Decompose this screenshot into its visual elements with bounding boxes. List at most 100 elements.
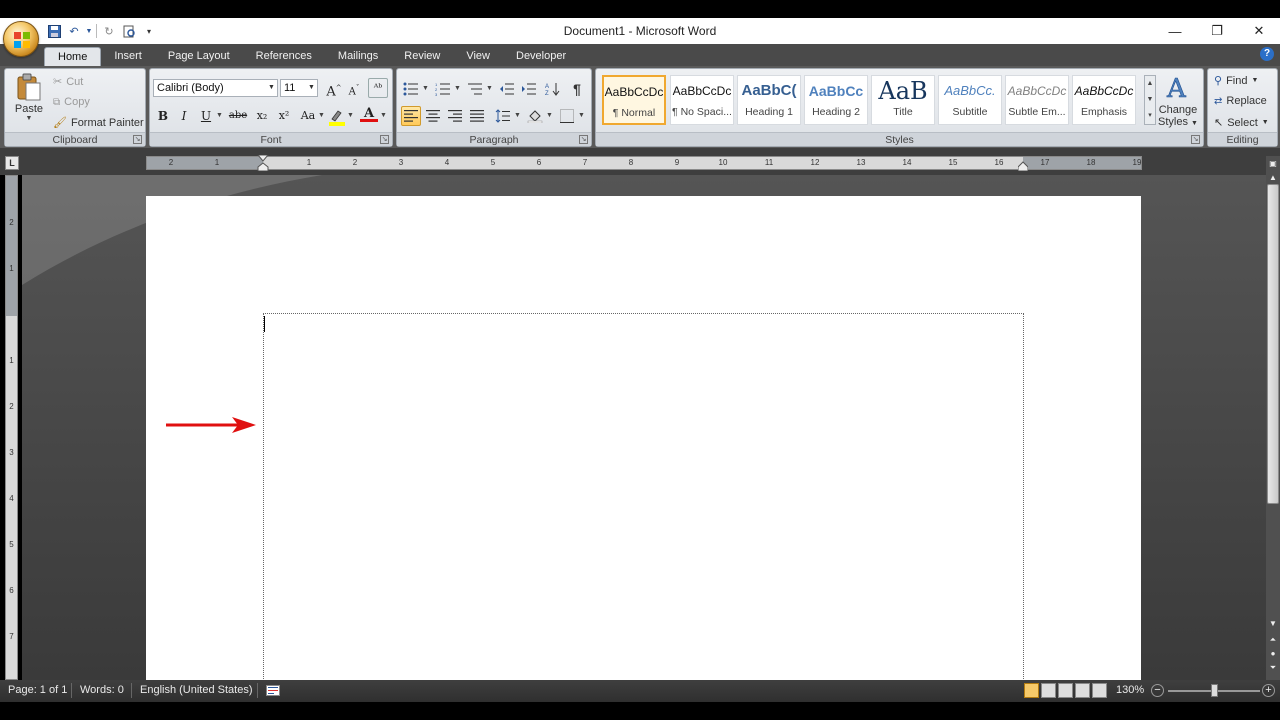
draft-view-icon[interactable]: [1092, 683, 1107, 698]
line-spacing-dropdown-icon[interactable]: ▼: [514, 112, 521, 119]
tab-insert[interactable]: Insert: [101, 47, 155, 66]
ruler-toggle-icon[interactable]: ▣: [1267, 158, 1279, 170]
show-formatting-marks-icon[interactable]: ¶: [567, 79, 587, 99]
zoom-slider-thumb[interactable]: [1211, 684, 1218, 697]
subscript-button[interactable]: x₂: [252, 106, 272, 126]
style-no-spacing[interactable]: AaBbCcDc ¶ No Spaci...: [670, 75, 734, 125]
tab-selector[interactable]: L: [5, 156, 19, 170]
multilevel-dropdown-icon[interactable]: ▼: [486, 85, 493, 92]
sort-icon[interactable]: AZ: [543, 79, 563, 99]
tab-review[interactable]: Review: [391, 47, 453, 66]
page-count[interactable]: Page: 1 of 1: [8, 684, 67, 696]
bullets-icon[interactable]: [401, 79, 421, 99]
proofing-icon[interactable]: [266, 685, 280, 696]
align-right-icon[interactable]: [445, 106, 465, 126]
line-spacing-icon[interactable]: [493, 106, 513, 126]
italic-button[interactable]: I: [174, 106, 194, 126]
shading-dropdown-icon[interactable]: ▼: [546, 112, 553, 119]
text-box[interactable]: [263, 313, 1024, 693]
superscript-button[interactable]: x²: [274, 106, 294, 126]
justify-icon[interactable]: [467, 106, 487, 126]
style-emphasis[interactable]: AaBbCcDc Emphasis: [1072, 75, 1136, 125]
tab-page-layout[interactable]: Page Layout: [155, 47, 243, 66]
previous-page-icon[interactable]: ⏶: [1267, 634, 1279, 646]
font-size-dropdown-icon[interactable]: ▼: [306, 80, 317, 96]
styles-launcher-icon[interactable]: ↘: [1191, 135, 1200, 144]
clipboard-launcher-icon[interactable]: ↘: [133, 135, 142, 144]
highlight-dropdown-icon[interactable]: ▼: [347, 112, 354, 119]
print-layout-view-icon[interactable]: [1024, 683, 1039, 698]
shrink-font-button[interactable]: Aˇ: [344, 78, 364, 98]
bullets-dropdown-icon[interactable]: ▼: [422, 85, 429, 92]
web-layout-view-icon[interactable]: [1058, 683, 1073, 698]
gallery-up-icon[interactable]: ▲: [1145, 76, 1155, 92]
change-styles-button[interactable]: A Change Styles ▼: [1158, 73, 1198, 129]
zoom-out-button[interactable]: −: [1151, 684, 1164, 697]
style-subtle-emphasis[interactable]: AaBbCcDc Subtle Em...: [1005, 75, 1069, 125]
align-left-icon[interactable]: [401, 106, 421, 126]
tab-mailings[interactable]: Mailings: [325, 47, 391, 66]
font-name-select[interactable]: Calibri (Body) ▼: [153, 79, 278, 97]
style-title[interactable]: AaB Title: [871, 75, 935, 125]
change-case-button[interactable]: Aa: [298, 106, 318, 126]
numbering-icon[interactable]: 123: [433, 79, 453, 99]
gallery-down-icon[interactable]: ▼: [1145, 92, 1155, 108]
zoom-level[interactable]: 130%: [1116, 684, 1144, 696]
style-heading-1[interactable]: AaBbC( Heading 1: [737, 75, 801, 125]
highlight-icon[interactable]: [328, 108, 346, 126]
vertical-scrollbar[interactable]: ▣ ▲ ▼ ⏶ ● ⏷: [1266, 156, 1280, 680]
multilevel-list-icon[interactable]: [465, 79, 485, 99]
find-button[interactable]: ⚲ Find ▼: [1214, 74, 1258, 88]
right-indent-marker-icon[interactable]: [1018, 161, 1028, 171]
gallery-more-icon[interactable]: ▾: [1145, 108, 1155, 124]
styles-gallery-scroll[interactable]: ▲ ▼ ▾: [1144, 75, 1156, 125]
change-case-dropdown-icon[interactable]: ▼: [318, 112, 325, 119]
format-painter-button[interactable]: 🖌 Format Painter: [53, 116, 144, 130]
language-indicator[interactable]: English (United States): [140, 684, 253, 696]
help-icon[interactable]: ?: [1260, 47, 1274, 61]
tab-references[interactable]: References: [243, 47, 325, 66]
zoom-in-button[interactable]: +: [1262, 684, 1275, 697]
tab-developer[interactable]: Developer: [503, 47, 579, 66]
tab-home[interactable]: Home: [44, 47, 102, 66]
font-name-dropdown-icon[interactable]: ▼: [266, 80, 277, 96]
paste-dropdown-icon[interactable]: ▼: [11, 115, 47, 122]
next-page-icon[interactable]: ⏷: [1267, 662, 1279, 674]
replace-button[interactable]: ⇄ Replace: [1214, 95, 1267, 107]
shading-icon[interactable]: [525, 106, 545, 126]
clear-formatting-icon[interactable]: ᴬᵇ: [368, 78, 388, 98]
restore-button[interactable]: ❐: [1196, 20, 1238, 42]
office-button[interactable]: [3, 21, 39, 57]
scroll-thumb[interactable]: [1267, 184, 1279, 504]
bold-button[interactable]: B: [153, 106, 173, 126]
close-button[interactable]: ✕: [1238, 20, 1280, 42]
grow-font-button[interactable]: A^: [324, 78, 344, 99]
browse-object-icon[interactable]: ●: [1267, 648, 1279, 660]
scroll-down-icon[interactable]: ▼: [1267, 618, 1279, 630]
font-color-dropdown-icon[interactable]: ▼: [380, 112, 387, 119]
full-screen-reading-view-icon[interactable]: [1041, 683, 1056, 698]
borders-icon[interactable]: [557, 106, 577, 126]
style-heading-2[interactable]: AaBbCc Heading 2: [804, 75, 868, 125]
paste-button[interactable]: Paste ▼: [11, 73, 47, 125]
underline-button[interactable]: U: [196, 106, 216, 126]
find-dropdown-icon[interactable]: ▼: [1251, 77, 1258, 84]
strikethrough-button[interactable]: abe: [228, 106, 248, 126]
font-size-select[interactable]: 11 ▼: [280, 79, 318, 97]
font-launcher-icon[interactable]: ↘: [380, 135, 389, 144]
numbering-dropdown-icon[interactable]: ▼: [454, 85, 461, 92]
select-dropdown-icon[interactable]: ▼: [1262, 119, 1269, 126]
horizontal-ruler[interactable]: 2 1 1 2 3 4 5 6 7 8 9 10 11 12 13 14 15 …: [146, 155, 1142, 171]
word-count[interactable]: Words: 0: [80, 684, 124, 696]
borders-dropdown-icon[interactable]: ▼: [578, 112, 585, 119]
tab-view[interactable]: View: [453, 47, 503, 66]
vertical-ruler[interactable]: 2 1 1 2 3 4 5 6 7: [5, 175, 18, 680]
minimize-button[interactable]: —: [1154, 20, 1196, 42]
copy-button[interactable]: ⧉ Copy: [53, 96, 90, 108]
decrease-indent-icon[interactable]: [497, 79, 517, 99]
scroll-up-icon[interactable]: ▲: [1267, 172, 1279, 184]
select-button[interactable]: ↖ Select ▼: [1214, 116, 1269, 130]
align-center-icon[interactable]: [423, 106, 443, 126]
outline-view-icon[interactable]: [1075, 683, 1090, 698]
font-color-button[interactable]: A: [360, 106, 378, 126]
